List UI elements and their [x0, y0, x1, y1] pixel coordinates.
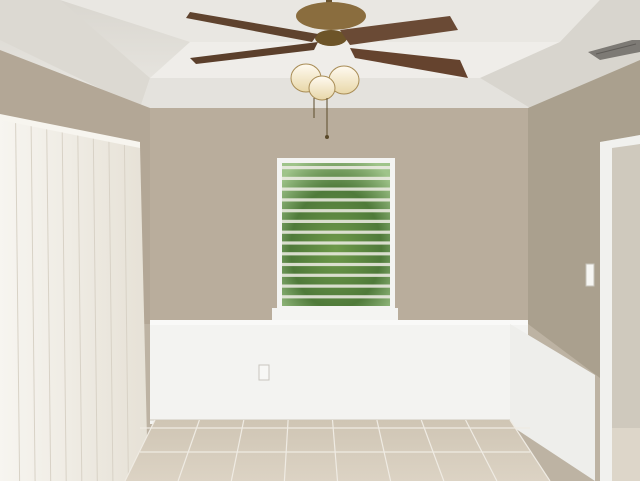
window-slat	[282, 273, 390, 277]
window-slat	[282, 241, 390, 245]
window-slat	[282, 209, 390, 213]
window-slat	[282, 176, 390, 180]
window-slat	[282, 262, 390, 267]
window-slat	[282, 284, 390, 288]
outlet	[258, 364, 270, 381]
window-slat	[282, 166, 390, 170]
window-slat	[282, 219, 390, 223]
light-switch	[585, 263, 595, 287]
window	[272, 158, 398, 320]
floor	[124, 419, 551, 481]
window-slat	[282, 187, 390, 191]
room-photo	[0, 0, 640, 481]
window-slat	[282, 230, 390, 234]
vertical-blinds	[0, 114, 148, 481]
window-slat	[282, 295, 390, 299]
doorway	[600, 135, 640, 481]
window-slat	[282, 198, 390, 202]
window-slat	[282, 252, 390, 256]
